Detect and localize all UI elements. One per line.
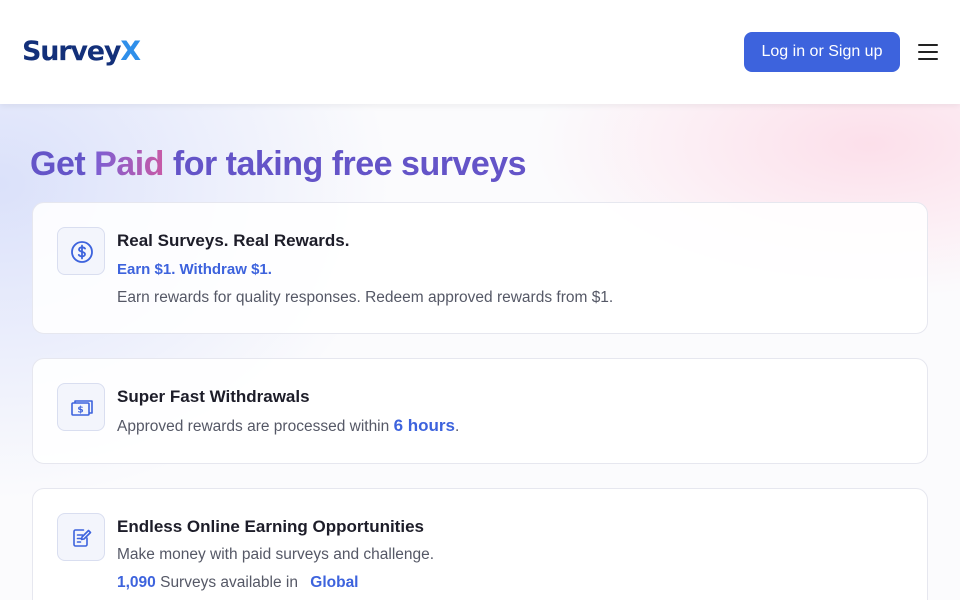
feature-card-rewards: Real Surveys. Real Rewards. Earn $1. Wit… bbox=[32, 202, 928, 334]
feature-card-withdrawals: $ Super Fast Withdrawals Approved reward… bbox=[32, 358, 928, 464]
card-title: Super Fast Withdrawals bbox=[117, 387, 310, 406]
hero-headline: Get Paid for taking free surveys bbox=[30, 145, 527, 183]
logo-x: X bbox=[120, 36, 141, 67]
site-header: SurveyX Log in or Sign up bbox=[0, 0, 960, 104]
surveyx-logo[interactable]: SurveyX bbox=[22, 36, 141, 67]
card-description: Approved rewards are processed within 6 … bbox=[117, 416, 460, 435]
banknote-icon: $ bbox=[57, 383, 105, 431]
login-signup-button[interactable]: Log in or Sign up bbox=[744, 32, 900, 72]
card-subtitle: Earn $1. Withdraw $1. bbox=[117, 261, 272, 278]
card-description: Make money with paid surveys and challen… bbox=[117, 546, 435, 563]
headline-highlight: Paid bbox=[94, 145, 164, 183]
edit-document-icon bbox=[57, 513, 105, 561]
card-title: Real Surveys. Real Rewards. bbox=[117, 231, 350, 250]
logo-text: Survey bbox=[22, 36, 122, 67]
card-title: Endless Online Earning Opportunities bbox=[117, 517, 424, 536]
svg-text:$: $ bbox=[77, 406, 83, 416]
feature-card-opportunities: Endless Online Earning Opportunities Mak… bbox=[32, 488, 928, 600]
dollar-coin-icon bbox=[57, 227, 105, 275]
region-selector[interactable]: Global bbox=[310, 574, 358, 591]
withdrawal-time: 6 hours bbox=[393, 416, 455, 435]
survey-availability: 1,090 Surveys available in Global bbox=[117, 574, 359, 591]
hamburger-menu-icon[interactable] bbox=[918, 44, 938, 60]
card-description: Earn rewards for quality responses. Rede… bbox=[117, 289, 614, 306]
survey-count: 1,090 bbox=[117, 574, 156, 591]
